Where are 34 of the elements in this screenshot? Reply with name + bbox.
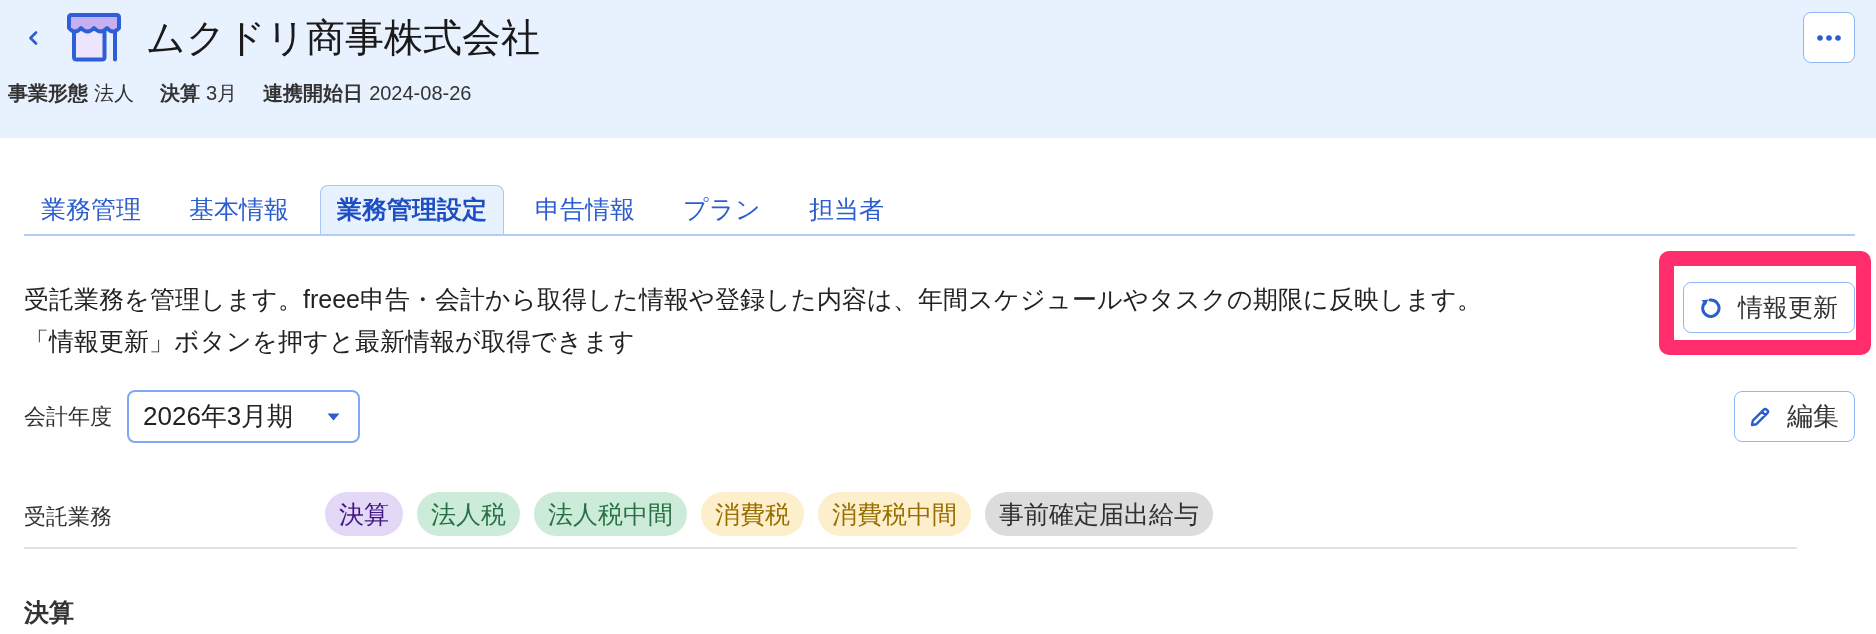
refresh-button[interactable]: 情報更新 <box>1683 282 1855 333</box>
meta-label: 連携開始日 <box>263 81 364 105</box>
section-heading: 決算 <box>24 597 75 627</box>
service-tag: 法人税中間 <box>534 492 687 536</box>
meta-label: 事業形態 <box>8 81 88 105</box>
description-text: 受託業務を管理します。freee申告・会計から取得した情報や登録した内容は、年間スケジュールやタスクの期限に反映します。 <box>24 284 1482 315</box>
more-button[interactable] <box>1803 12 1855 63</box>
tab[interactable]: 業務管理設定 <box>320 185 504 234</box>
field-label: 会計年度 <box>24 403 112 430</box>
caret-down-icon <box>327 412 340 421</box>
refresh-icon <box>1699 296 1721 319</box>
meta-value: 2024-08-26 <box>369 81 472 105</box>
company-name: ムクドリ商事株式会社 <box>146 14 540 61</box>
edit-button[interactable]: 編集 <box>1734 391 1855 442</box>
tab[interactable]: 基本情報 <box>172 185 306 234</box>
meta-value: 法人 <box>94 81 134 105</box>
fiscal-year-dropdown[interactable]: 2026年3月期 <box>127 390 360 443</box>
service-tag: 事前確定届出給与 <box>985 492 1213 536</box>
tab[interactable]: 業務管理 <box>24 185 158 234</box>
service-tag: 決算 <box>325 492 403 536</box>
description-text: 「情報更新」ボタンを押すと最新情報が取得できます <box>24 326 636 357</box>
pencil-icon <box>1749 405 1771 428</box>
more-icon <box>1817 34 1841 41</box>
field-label: 受託業務 <box>24 504 112 529</box>
service-tag: 消費税 <box>701 492 804 536</box>
meta-value: 3月 <box>206 81 238 105</box>
chevron-left-icon[interactable] <box>28 30 38 45</box>
service-tag: 消費税中間 <box>818 492 971 536</box>
tab[interactable]: 申告情報 <box>518 185 652 234</box>
tab[interactable]: プラン <box>666 185 778 234</box>
service-tag: 法人税 <box>417 492 520 536</box>
tab[interactable]: 担当者 <box>792 185 901 234</box>
meta-label: 決算 <box>160 81 200 105</box>
storefront-icon <box>66 13 122 62</box>
